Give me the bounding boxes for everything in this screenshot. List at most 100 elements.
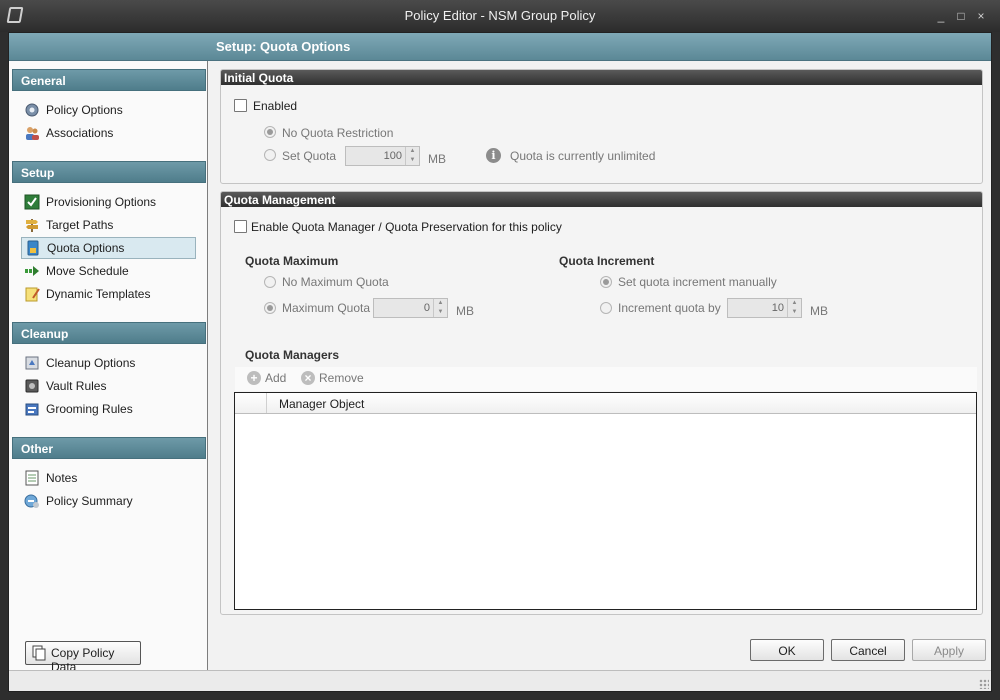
template-icon [25, 287, 40, 302]
summary-icon [24, 494, 39, 508]
resize-grip[interactable] [979, 679, 989, 689]
spin-up-icon: ▲ [791, 300, 798, 306]
maximum-quota-unit: MB [456, 304, 474, 318]
spin-up-icon: ▲ [437, 300, 444, 306]
sidebar-item-policy-summary[interactable]: Policy Summary [21, 491, 196, 511]
increment-quota-by-radio[interactable] [600, 302, 612, 314]
sidebar-category-other: Other [12, 437, 206, 459]
title-bar: Policy Editor - NSM Group Policy _ □ × [0, 0, 1000, 32]
sidebar-item-label: Dynamic Templates [46, 287, 151, 301]
sidebar-item-label: Quota Options [47, 241, 125, 255]
window-title: Policy Editor - NSM Group Policy [404, 8, 596, 23]
close-button[interactable]: × [974, 10, 988, 22]
set-quota-spinner[interactable]: 100 ▲ ▼ [345, 146, 420, 166]
sidebar-item-provisioning-options[interactable]: Provisioning Options [21, 192, 196, 212]
set-quota-label: Set Quota [282, 149, 337, 163]
maximum-quota-arrows[interactable]: ▲ ▼ [433, 299, 447, 317]
increment-quota-arrows[interactable]: ▲ ▼ [787, 299, 801, 317]
sidebar-item-cleanup-options[interactable]: Cleanup Options [21, 353, 196, 373]
no-maximum-quota-label: No Maximum Quota [282, 275, 389, 289]
set-quota-unit: MB [428, 152, 446, 166]
no-quota-restriction-radio[interactable] [264, 126, 276, 138]
quota-managers-toolbar: + Add × Remove [235, 367, 977, 391]
sidebar-item-vault-rules[interactable]: Vault Rules [21, 376, 196, 396]
gear-icon [25, 103, 39, 117]
sidebar-item-grooming-rules[interactable]: Grooming Rules [21, 399, 196, 419]
sidebar-item-associations[interactable]: Associations [21, 123, 196, 143]
status-bar [9, 670, 991, 691]
apply-button[interactable]: Apply [912, 639, 986, 661]
enabled-checkbox[interactable] [234, 99, 247, 112]
no-quota-restriction-label: No Quota Restriction [282, 126, 394, 140]
sidebar: General Policy Options Associations Setu… [9, 61, 208, 674]
enable-quota-manager-label: Enable Quota Manager / Quota Preservatio… [251, 220, 562, 234]
maximum-quota-radio[interactable] [264, 302, 276, 314]
quota-management-group: Quota Management Enable Quota Manager / … [220, 191, 983, 615]
sidebar-item-label: Vault Rules [46, 379, 107, 393]
remove-label: Remove [319, 371, 364, 385]
sidebar-item-label: Policy Summary [46, 494, 133, 508]
sidebar-item-label: Grooming Rules [46, 402, 133, 416]
notes-icon [25, 470, 39, 486]
enable-quota-manager-checkbox[interactable] [234, 220, 247, 233]
remove-manager-button[interactable]: × Remove [301, 371, 364, 385]
arrow-icon [25, 266, 39, 276]
set-increment-manually-label: Set quota increment manually [618, 275, 777, 289]
sidebar-item-notes[interactable]: Notes [21, 468, 196, 488]
users-icon [26, 127, 39, 140]
quota-info-text: Quota is currently unlimited [510, 149, 656, 163]
set-increment-manually-radio[interactable] [600, 276, 612, 288]
sidebar-item-label: Target Paths [46, 218, 114, 232]
set-quota-arrows[interactable]: ▲ ▼ [405, 147, 419, 165]
quota-management-heading: Quota Management [221, 192, 982, 207]
increment-quota-spinner[interactable]: 10 ▲ ▼ [727, 298, 802, 318]
grid-header: Manager Object [235, 393, 976, 414]
add-manager-button[interactable]: + Add [247, 371, 286, 385]
increment-quota-by-label: Increment quota by [618, 301, 721, 315]
sidebar-item-label: Cleanup Options [46, 356, 136, 370]
enabled-label: Enabled [253, 99, 298, 113]
quota-icon [27, 240, 39, 256]
copy-icon [32, 645, 46, 661]
copy-policy-data-button[interactable]: Copy Policy Data [25, 641, 141, 674]
page-title: Setup: Quota Options [216, 39, 351, 54]
no-maximum-quota-radio[interactable] [264, 276, 276, 288]
initial-quota-heading: Initial Quota [221, 70, 982, 85]
sidebar-item-quota-options[interactable]: Quota Options [21, 237, 196, 259]
page-header: Setup: Quota Options [9, 33, 991, 61]
increment-quota-value: 10 [771, 302, 784, 314]
sidebar-item-move-schedule[interactable]: Move Schedule [21, 261, 196, 281]
remove-icon: × [301, 371, 315, 385]
set-quota-radio[interactable] [264, 149, 276, 161]
signpost-icon [26, 219, 38, 232]
quota-managers-grid[interactable]: Manager Object [234, 392, 977, 610]
ok-button[interactable]: OK [750, 639, 824, 661]
row-selector-header [235, 393, 267, 413]
info-icon: i [486, 148, 501, 163]
add-label: Add [265, 371, 287, 385]
maximum-quota-label: Maximum Quota [282, 301, 371, 315]
minimize-button[interactable]: _ [934, 10, 948, 22]
maximum-quota-spinner[interactable]: 0 ▲ ▼ [373, 298, 448, 318]
quota-maximum-heading: Quota Maximum [245, 254, 339, 268]
grooming-icon [25, 403, 39, 416]
quota-increment-heading: Quota Increment [559, 254, 655, 268]
editor-frame: Setup: Quota Options General Policy Opti… [8, 32, 992, 692]
sidebar-item-label: Provisioning Options [46, 195, 157, 209]
cancel-button[interactable]: Cancel [831, 639, 905, 661]
vault-icon [25, 379, 39, 393]
sidebar-category-general: General [12, 69, 206, 91]
initial-quota-group: Initial Quota Enabled No Quota Restricti… [220, 69, 983, 184]
sidebar-category-cleanup: Cleanup [12, 322, 206, 344]
add-icon: + [247, 371, 261, 385]
checkbox-icon [24, 194, 40, 210]
sidebar-item-label: Notes [46, 471, 78, 485]
manager-object-column-header[interactable]: Manager Object [279, 397, 364, 411]
spin-down-icon: ▼ [409, 157, 416, 163]
sidebar-item-label: Associations [46, 126, 114, 140]
maximum-quota-value: 0 [423, 302, 430, 314]
maximize-button[interactable]: □ [954, 10, 968, 22]
sidebar-item-target-paths[interactable]: Target Paths [21, 215, 196, 235]
sidebar-item-policy-options[interactable]: Policy Options [21, 100, 196, 120]
sidebar-item-dynamic-templates[interactable]: Dynamic Templates [21, 284, 196, 304]
